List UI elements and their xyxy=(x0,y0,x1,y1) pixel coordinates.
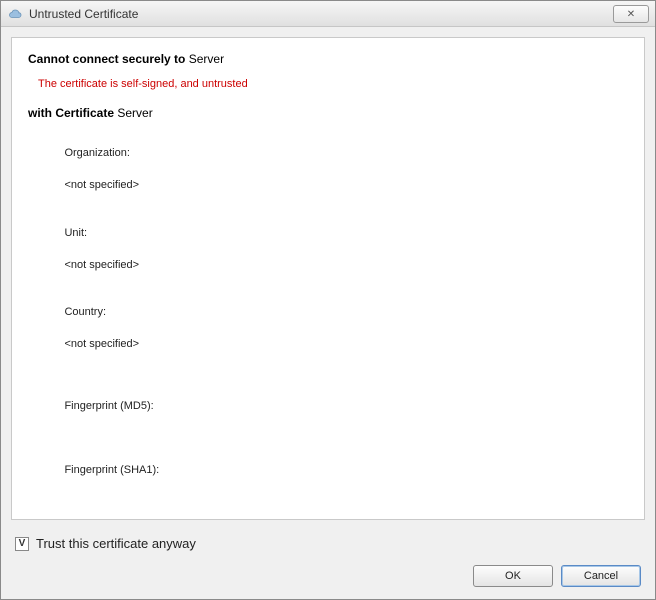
certificate-subheading: with Certificate Server xyxy=(28,106,628,120)
fp-md5-label: Fingerprint (MD5): xyxy=(64,400,153,412)
trust-checkbox-label: Trust this certificate anyway xyxy=(36,536,196,551)
cert-heading-name: Server xyxy=(117,106,152,120)
dialog-window: Untrusted Certificate ✕ Cannot connect s… xyxy=(0,0,656,600)
window-title: Untrusted Certificate xyxy=(29,7,138,21)
content-panel: Cannot connect securely to Server The ce… xyxy=(11,37,645,520)
cert-country-value: <not specified> xyxy=(64,338,139,350)
heading-bold: Cannot connect securely to xyxy=(28,52,185,66)
checkbox-check-icon: V xyxy=(19,539,26,549)
cert-unit-value: <not specified> xyxy=(64,259,139,271)
ok-button-label: OK xyxy=(505,570,521,582)
close-icon: ✕ xyxy=(627,9,635,20)
cancel-button-label: Cancel xyxy=(584,570,618,582)
cert-heading-bold: with Certificate xyxy=(28,106,114,120)
certificate-details: Organization: <not specified> Unit: <not… xyxy=(40,130,628,369)
bottom-panel: V Trust this certificate anyway OK Cance… xyxy=(1,530,655,599)
cancel-button[interactable]: Cancel xyxy=(561,565,641,587)
cert-unit-label: Unit: xyxy=(64,227,87,239)
app-cloud-icon xyxy=(7,6,23,22)
cannot-connect-heading: Cannot connect securely to Server xyxy=(28,52,628,66)
close-button[interactable]: ✕ xyxy=(613,5,649,23)
trust-checkbox[interactable]: V xyxy=(15,537,29,551)
cert-org-label: Organization: xyxy=(64,147,129,159)
titlebar: Untrusted Certificate ✕ xyxy=(1,1,655,27)
untrusted-reason-text: The certificate is self-signed, and untr… xyxy=(38,78,628,90)
ok-button[interactable]: OK xyxy=(473,565,553,587)
fp-sha1-label: Fingerprint (SHA1): xyxy=(64,464,159,476)
trust-checkbox-row[interactable]: V Trust this certificate anyway xyxy=(15,536,641,551)
cert-org-value: <not specified> xyxy=(64,179,139,191)
fingerprint-details: Fingerprint (MD5): Fingerprint (SHA1): xyxy=(40,383,628,511)
heading-server-name: Server xyxy=(189,52,224,66)
button-row: OK Cancel xyxy=(15,565,641,587)
cert-country-label: Country: xyxy=(64,306,106,318)
